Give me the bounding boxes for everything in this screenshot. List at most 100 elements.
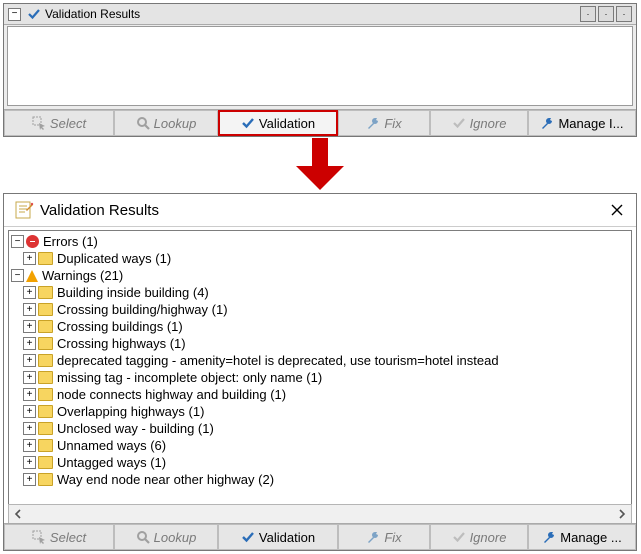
tree-item[interactable]: + Unclosed way - building (1)	[11, 420, 629, 437]
titlebar-control-2[interactable]: ·	[598, 6, 614, 22]
manage-ignore-button[interactable]: Manage I...	[528, 110, 636, 136]
tree-item[interactable]: + Overlapping highways (1)	[11, 403, 629, 420]
tree-item-label: Overlapping highways (1)	[57, 403, 204, 420]
tree-item[interactable]: + Crossing buildings (1)	[11, 318, 629, 335]
tree-item-label: deprecated tagging - amenity=hotel is de…	[57, 352, 499, 369]
expand-toggle-icon[interactable]: +	[23, 252, 36, 265]
titlebar-control-1[interactable]: ·	[580, 6, 596, 22]
fix-label: Fix	[384, 116, 401, 131]
fix-button[interactable]: Fix	[338, 524, 430, 550]
tree-item-label: Unnamed ways (6)	[57, 437, 166, 454]
tree-warnings-group[interactable]: − Warnings (21)	[11, 267, 629, 284]
select-label: Select	[50, 116, 86, 131]
arrow-down-icon	[290, 138, 350, 192]
close-button[interactable]	[608, 201, 626, 219]
ignore-button[interactable]: Ignore	[430, 110, 528, 136]
folder-icon	[38, 337, 53, 350]
ignore-label: Ignore	[470, 116, 507, 131]
scroll-right-icon[interactable]	[613, 506, 631, 522]
tree-item[interactable]: + Building inside building (4)	[11, 284, 629, 301]
ignore-icon	[452, 530, 466, 544]
ignore-label: Ignore	[470, 530, 507, 545]
expand-toggle-icon[interactable]: +	[23, 286, 36, 299]
expand-toggle-icon[interactable]: +	[23, 439, 36, 452]
collapse-toggle-icon[interactable]: −	[8, 8, 21, 21]
tree-item[interactable]: + Unnamed ways (6)	[11, 437, 629, 454]
fix-icon	[366, 530, 380, 544]
tree-item[interactable]: + Crossing building/highway (1)	[11, 301, 629, 318]
expand-toggle-icon[interactable]: +	[23, 405, 36, 418]
fix-button[interactable]: Fix	[338, 110, 430, 136]
validation-button[interactable]: Validation	[218, 110, 338, 136]
expand-toggle-icon[interactable]: +	[23, 371, 36, 384]
select-button[interactable]: Select	[4, 110, 114, 136]
folder-icon	[38, 252, 53, 265]
tree-item-label: node connects highway and building (1)	[57, 386, 286, 403]
folder-icon	[38, 303, 53, 316]
expand-toggle-icon[interactable]: −	[11, 235, 24, 248]
results-tree[interactable]: −–Errors (1)+Duplicated ways (1) − Warning…	[8, 230, 632, 506]
lookup-label: Lookup	[154, 116, 197, 131]
titlebar-control-3[interactable]: ·	[616, 6, 632, 22]
manage-label: Manage ...	[560, 530, 621, 545]
validation-results-window: Validation Results −–Errors (1)+Duplicat…	[3, 193, 637, 551]
small-titlebar: − Validation Results · · ·	[4, 4, 636, 25]
lookup-icon	[136, 116, 150, 130]
tree-item[interactable]: + Untagged ways (1)	[11, 454, 629, 471]
validation-button[interactable]: Validation	[218, 524, 338, 550]
validation-label: Validation	[259, 116, 315, 131]
tree-item[interactable]: +Crossing highways (1)	[11, 335, 629, 352]
validation-label: Validation	[259, 530, 315, 545]
window-title: Validation Results	[40, 202, 159, 219]
tree-item[interactable]: + node connects highway and building (1)	[11, 386, 629, 403]
tree-item-label: missing tag - incomplete object: only na…	[57, 369, 322, 386]
panel-title: Validation Results	[45, 7, 140, 21]
tree-item[interactable]: +Duplicated ways (1)	[11, 250, 629, 267]
tree-item[interactable]: + Way end node near other highway (2)	[11, 471, 629, 488]
fix-icon	[366, 116, 380, 130]
folder-icon	[38, 371, 53, 384]
select-label: Select	[50, 530, 86, 545]
expand-toggle-icon[interactable]: +	[23, 320, 36, 333]
scroll-left-icon[interactable]	[9, 506, 27, 522]
warning-icon	[26, 270, 38, 282]
expand-toggle-icon[interactable]: +	[23, 456, 36, 469]
folder-icon	[38, 405, 53, 418]
folder-icon	[38, 473, 53, 486]
folder-icon	[38, 439, 53, 452]
expand-toggle-icon[interactable]: +	[23, 388, 36, 401]
tree-item-label: Warnings (21)	[42, 267, 123, 284]
expand-toggle-icon[interactable]: −	[11, 269, 24, 282]
lookup-button[interactable]: Lookup	[114, 110, 218, 136]
fix-label: Fix	[384, 530, 401, 545]
lookup-button[interactable]: Lookup	[114, 524, 218, 550]
validation-check-icon	[241, 530, 255, 544]
lookup-label: Lookup	[154, 530, 197, 545]
tree-item-label: Way end node near other highway (2)	[57, 471, 274, 488]
validation-check-icon	[241, 116, 255, 130]
small-toolbar: Select Lookup Validation Fix Ignore	[4, 109, 636, 136]
expand-toggle-icon[interactable]: +	[23, 354, 36, 367]
tree-item-label: Crossing building/highway (1)	[57, 301, 228, 318]
lookup-icon	[136, 530, 150, 544]
horizontal-scrollbar[interactable]	[8, 504, 632, 524]
ignore-icon	[452, 116, 466, 130]
folder-icon	[38, 354, 53, 367]
expand-toggle-icon[interactable]: +	[23, 422, 36, 435]
tree-item-label: Untagged ways (1)	[57, 454, 166, 471]
tree-item[interactable]: + deprecated tagging - amenity=hotel is d…	[11, 352, 629, 369]
tree-item-label: Building inside building (4)	[57, 284, 209, 301]
expand-toggle-icon[interactable]: +	[23, 303, 36, 316]
tree-item-label: Unclosed way - building (1)	[57, 420, 214, 437]
tree-errors-group[interactable]: −–Errors (1)	[11, 233, 629, 250]
folder-icon	[38, 286, 53, 299]
select-button[interactable]: Select	[4, 524, 114, 550]
folder-icon	[38, 388, 53, 401]
tree-item[interactable]: + missing tag - incomplete object: only n…	[11, 369, 629, 386]
expand-toggle-icon[interactable]: +	[23, 337, 36, 350]
folder-icon	[38, 456, 53, 469]
manage-ignore-button[interactable]: Manage ...	[528, 524, 636, 550]
ignore-button[interactable]: Ignore	[430, 524, 528, 550]
tree-item-label: Crossing buildings (1)	[57, 318, 183, 335]
expand-toggle-icon[interactable]: +	[23, 473, 36, 486]
